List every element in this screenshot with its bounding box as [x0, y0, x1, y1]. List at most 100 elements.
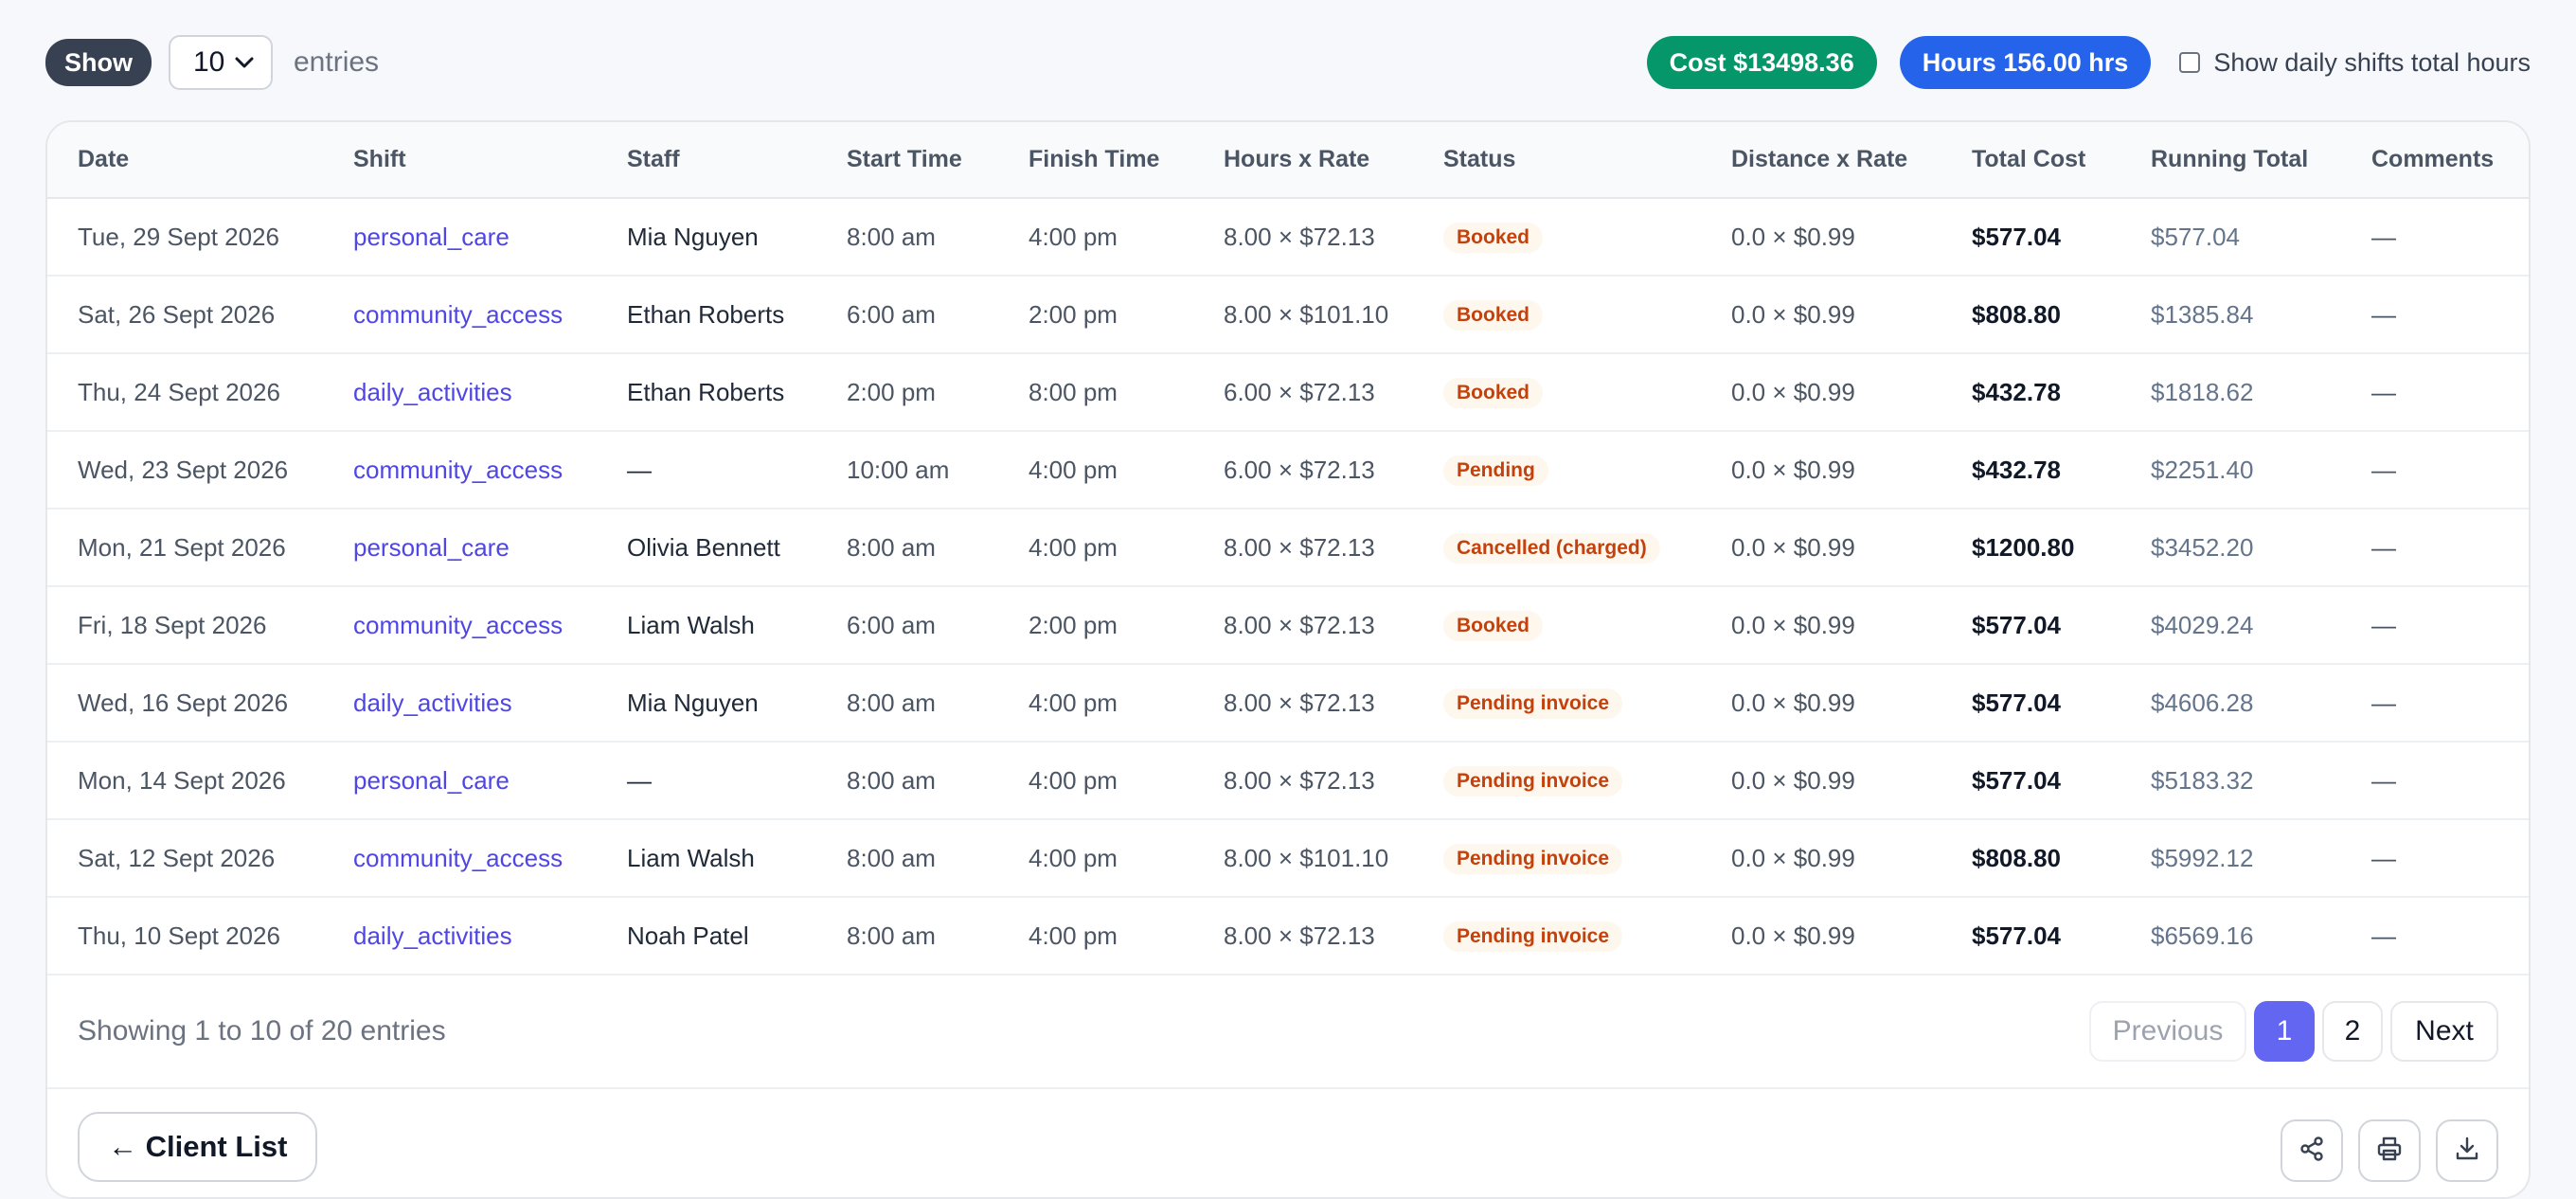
start-time-cell: 10:00 am — [847, 455, 950, 484]
status-badge: Booked — [1443, 223, 1544, 253]
shift-link[interactable]: daily_activities — [323, 353, 597, 431]
status-cell: Booked — [1413, 586, 1701, 664]
page-size-select[interactable]: 10 — [169, 35, 273, 90]
bottom-actions: ← Client List — [47, 1089, 2529, 1182]
hours-rate-cell: 8.00 × $72.13 — [1224, 921, 1375, 950]
shift-link[interactable]: daily_activities — [323, 664, 597, 742]
total-cost-cell: $577.04 — [1972, 688, 2061, 717]
daily-hours-label: Show daily shifts total hours — [2213, 47, 2531, 77]
total-cost-cell: $808.80 — [1972, 299, 2061, 329]
status-cell: Cancelled (charged) — [1413, 509, 1701, 586]
distance-rate-cell: 0.0 × $0.99 — [1731, 455, 1855, 484]
staff-cell: — — [627, 455, 652, 484]
total-cost-cell: $577.04 — [1972, 765, 2061, 795]
comments-cell: — — [2371, 455, 2396, 484]
table-row: Mon, 14 Sept 2026 personal_care — 8:00 am 4:… — [47, 742, 2529, 819]
distance-rate-cell: 0.0 × $0.99 — [1731, 222, 1855, 251]
share-icon — [2298, 1135, 2326, 1168]
next-page-button[interactable]: Next — [2390, 1001, 2498, 1062]
status-cell: Pending invoice — [1413, 819, 1701, 897]
print-icon — [2375, 1135, 2404, 1168]
date-cell: Fri, 18 Sept 2026 — [78, 610, 267, 639]
client-list-back-button[interactable]: ← Client List — [78, 1112, 318, 1182]
shift-link[interactable]: personal_care — [323, 742, 597, 819]
column-header-running-total: Running Total — [2151, 146, 2309, 172]
date-cell: Sat, 12 Sept 2026 — [78, 843, 276, 872]
finish-time-cell: 4:00 pm — [1029, 222, 1118, 251]
cost-summary-badge: Cost $13498.36 — [1646, 36, 1877, 89]
staff-cell: Ethan Roberts — [627, 377, 785, 406]
shift-link[interactable]: personal_care — [323, 198, 597, 276]
table-row: Wed, 23 Sept 2026 community_access — 10:00 … — [47, 431, 2529, 509]
chevron-down-icon — [235, 50, 254, 75]
table-row: Tue, 29 Sept 2026 personal_care Mia Nguyen… — [47, 198, 2529, 276]
shift-link[interactable]: personal_care — [323, 509, 597, 586]
download-icon — [2453, 1135, 2481, 1168]
status-badge: Booked — [1443, 611, 1544, 641]
staff-cell: Liam Walsh — [627, 843, 755, 872]
hours-rate-cell: 8.00 × $72.13 — [1224, 222, 1375, 251]
status-badge: Booked — [1443, 378, 1544, 408]
running-total-cell: $6569.16 — [2151, 921, 2254, 950]
total-cost-cell: $432.78 — [1972, 455, 2061, 484]
status-badge: Pending — [1443, 456, 1548, 486]
date-cell: Wed, 23 Sept 2026 — [78, 455, 289, 484]
page-2-button[interactable]: 2 — [2322, 1001, 2383, 1062]
total-cost-cell: $808.80 — [1972, 843, 2061, 872]
comments-cell: — — [2371, 377, 2396, 406]
showing-entries-text: Showing 1 to 10 of 20 entries — [78, 1015, 446, 1047]
staff-cell: Olivia Bennett — [627, 532, 780, 562]
download-button[interactable] — [2436, 1119, 2498, 1182]
previous-page-button[interactable]: Previous — [2089, 1001, 2246, 1062]
pagination: Previous 1 2 Next — [2082, 1001, 2498, 1062]
finish-time-cell: 4:00 pm — [1029, 765, 1118, 795]
daily-hours-checkbox[interactable] — [2179, 52, 2201, 73]
running-total-cell: $1385.84 — [2151, 299, 2254, 329]
hours-rate-cell: 8.00 × $101.10 — [1224, 299, 1389, 329]
print-button[interactable] — [2358, 1119, 2421, 1182]
total-cost-cell: $577.04 — [1972, 921, 2061, 950]
status-badge: Pending invoice — [1443, 844, 1623, 874]
table-controls: Show 10 entries Cost $13498.36 Hours 156… — [45, 35, 2531, 90]
column-header-start-time: Start Time — [847, 146, 962, 172]
table-row: Thu, 10 Sept 2026 daily_activities Noah Pa… — [47, 897, 2529, 975]
running-total-cell: $577.04 — [2151, 222, 2240, 251]
start-time-cell: 8:00 am — [847, 765, 936, 795]
staff-cell: Noah Patel — [627, 921, 749, 950]
table-row: Thu, 24 Sept 2026 daily_activities Ethan R… — [47, 353, 2529, 431]
comments-cell: — — [2371, 843, 2396, 872]
table-row: Wed, 16 Sept 2026 daily_activities Mia Ngu… — [47, 664, 2529, 742]
date-cell: Mon, 14 Sept 2026 — [78, 765, 286, 795]
shift-link[interactable]: community_access — [323, 431, 597, 509]
date-cell: Thu, 24 Sept 2026 — [78, 377, 280, 406]
table-row: Fri, 18 Sept 2026 community_access Liam Wa… — [47, 586, 2529, 664]
share-button[interactable] — [2281, 1119, 2343, 1182]
summary-area: Cost $13498.36 Hours 156.00 hrs Show dai… — [1646, 36, 2531, 89]
page-1-button[interactable]: 1 — [2254, 1001, 2315, 1062]
page-size-value: 10 — [193, 46, 225, 78]
shift-link[interactable]: community_access — [323, 586, 597, 664]
page-size-control: Show 10 entries — [45, 35, 379, 90]
finish-time-cell: 4:00 pm — [1029, 532, 1118, 562]
shift-link[interactable]: community_access — [323, 276, 597, 353]
shift-link[interactable]: community_access — [323, 819, 597, 897]
table-footer: Showing 1 to 10 of 20 entries Previous 1… — [47, 975, 2529, 1089]
total-cost-cell: $577.04 — [1972, 610, 2061, 639]
shifts-table-card: Date Shift Staff Start Time Finish Time Hours… — [45, 120, 2531, 1199]
entries-label: entries — [294, 46, 380, 78]
staff-cell: Mia Nguyen — [627, 688, 759, 717]
shift-link[interactable]: daily_activities — [323, 897, 597, 975]
finish-time-cell: 4:00 pm — [1029, 843, 1118, 872]
table-body: Tue, 29 Sept 2026 personal_care Mia Nguyen… — [47, 198, 2529, 975]
show-label: Show — [45, 39, 152, 86]
distance-rate-cell: 0.0 × $0.99 — [1731, 765, 1855, 795]
column-header-distance-x-rate: Distance x Rate — [1731, 146, 1908, 172]
date-cell: Thu, 10 Sept 2026 — [78, 921, 280, 950]
distance-rate-cell: 0.0 × $0.99 — [1731, 843, 1855, 872]
status-badge: Pending invoice — [1443, 922, 1623, 952]
status-cell: Booked — [1413, 276, 1701, 353]
staff-cell: Liam Walsh — [627, 610, 755, 639]
daily-hours-toggle[interactable]: Show daily shifts total hours — [2179, 48, 2531, 78]
hours-rate-cell: 8.00 × $72.13 — [1224, 765, 1375, 795]
distance-rate-cell: 0.0 × $0.99 — [1731, 688, 1855, 717]
